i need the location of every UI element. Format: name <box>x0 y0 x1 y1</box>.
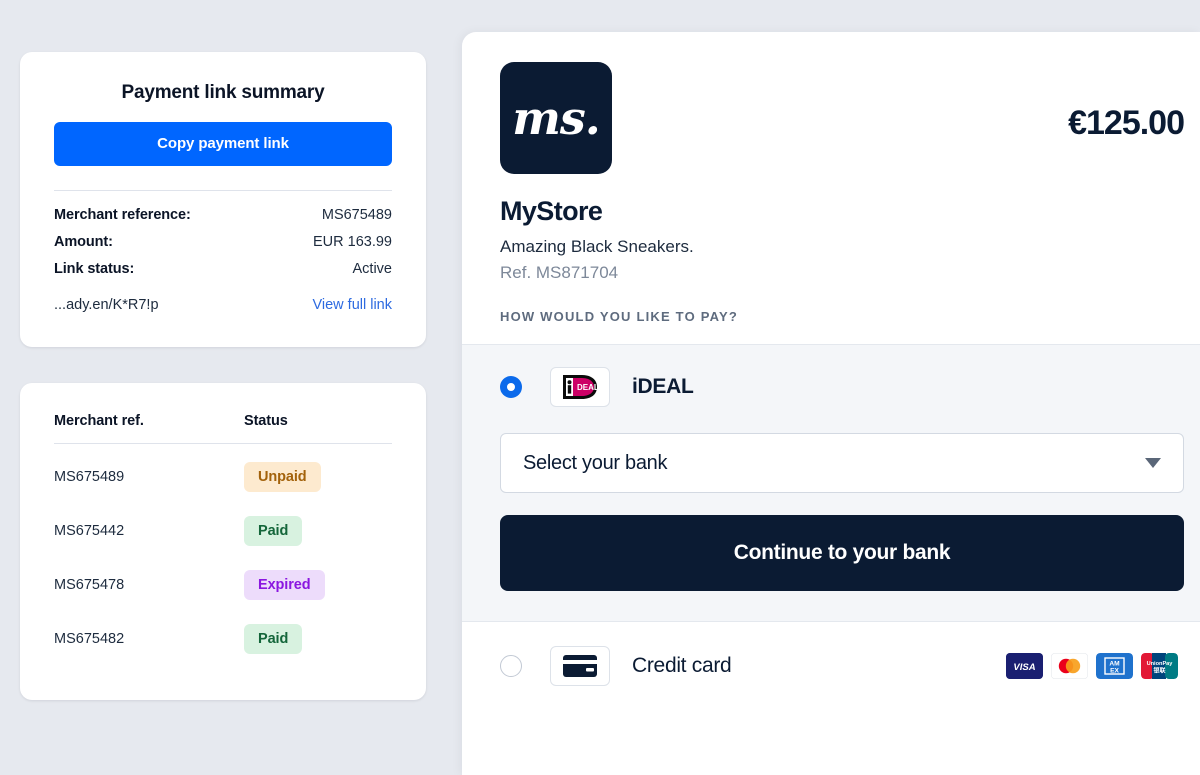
payment-link-row: ...ady.en/K*R7!p View full link <box>54 297 392 313</box>
cell-merchant-ref: MS675442 <box>54 523 125 539</box>
table-divider <box>54 443 392 444</box>
visa-icon: VISA <box>1006 653 1043 679</box>
summary-value: MS675489 <box>321 207 392 223</box>
checkout-header: ms. €125.00 MyStore Amazing Black Sneake… <box>462 32 1200 324</box>
svg-text:DEAL: DEAL <box>577 383 599 392</box>
table-row[interactable]: MS675478 Expired <box>54 558 392 612</box>
cell-merchant-ref: MS675478 <box>54 577 125 593</box>
payment-method-credit-card-label: Credit card <box>632 654 732 677</box>
copy-payment-link-button[interactable]: Copy payment link <box>54 122 392 166</box>
summary-key: Amount: <box>54 234 113 250</box>
svg-text:UnionPay: UnionPay <box>1147 661 1174 667</box>
ideal-icon: DEAL <box>563 375 599 399</box>
page-title: Payment link summary <box>121 82 325 103</box>
summary-key: Merchant reference: <box>54 207 191 223</box>
unionpay-icon: UnionPay 银联 <box>1141 653 1178 679</box>
svg-text:VISA: VISA <box>1013 662 1035 673</box>
merchant-logo: ms. <box>500 62 612 174</box>
amex-icon: AM EX <box>1096 653 1133 679</box>
table-row[interactable]: MS675442 Paid <box>54 504 392 558</box>
summary-row-amount: Amount: EUR 163.99 <box>54 234 392 250</box>
summary-row-merchant-reference: Merchant reference: MS675489 <box>54 207 392 223</box>
chevron-down-icon <box>1145 458 1161 468</box>
merchant-logo-text: ms. <box>512 91 601 145</box>
summary-value: EUR 163.99 <box>313 234 392 250</box>
cell-merchant-ref: MS675489 <box>54 469 125 485</box>
payment-links-table-card: Merchant ref. Status MS675489 Unpaid MS6… <box>20 383 426 700</box>
payment-method-credit-card-row[interactable]: Credit card VISA AM EX UnionPay 银联 <box>462 622 1200 710</box>
summary-key: Link status: <box>54 261 135 277</box>
order-reference: Ref. MS871704 <box>500 263 619 282</box>
mastercard-icon <box>1051 653 1088 679</box>
table-header: Merchant ref. Status <box>54 413 392 443</box>
status-badge: Expired <box>244 570 325 600</box>
svg-text:EX: EX <box>1110 668 1119 675</box>
column-header-status: Status <box>244 413 288 429</box>
status-badge: Unpaid <box>244 462 321 492</box>
checkout-page: Payment link summary Copy payment link M… <box>0 0 1200 775</box>
column-header-merchant-ref: Merchant ref. <box>54 413 144 429</box>
payment-link-summary-card: Payment link summary Copy payment link M… <box>20 52 426 347</box>
bank-select-value: Select your bank <box>523 451 668 474</box>
credit-card-logo <box>550 646 610 686</box>
divider <box>54 190 392 191</box>
payment-method-heading: HOW WOULD YOU LIKE TO PAY? <box>500 309 739 324</box>
payment-method-ideal-row[interactable]: DEAL iDEAL <box>500 367 1178 407</box>
credit-card-icon <box>563 655 597 677</box>
left-column: Payment link summary Copy payment link M… <box>20 52 426 700</box>
payment-method-ideal-label: iDEAL <box>632 375 694 398</box>
continue-to-bank-button[interactable]: Continue to your bank <box>500 515 1184 591</box>
status-badge: Paid <box>244 624 303 654</box>
checkout-panel: ms. €125.00 MyStore Amazing Black Sneake… <box>462 32 1200 775</box>
status-badge: Active <box>352 261 393 277</box>
bank-select-dropdown[interactable]: Select your bank <box>500 433 1184 493</box>
card-brand-list: VISA AM EX UnionPay 银联 <box>1006 653 1178 679</box>
order-description: Amazing Black Sneakers. <box>500 237 694 256</box>
merchant-name: MyStore <box>500 196 603 226</box>
svg-text:银联: 银联 <box>1153 667 1165 675</box>
svg-text:AM: AM <box>1109 661 1120 668</box>
ideal-logo: DEAL <box>550 367 610 407</box>
cell-merchant-ref: MS675482 <box>54 631 125 647</box>
table-row[interactable]: MS675489 Unpaid <box>54 450 392 504</box>
order-amount: €125.00 <box>1068 104 1185 142</box>
radio-credit-card[interactable] <box>500 655 522 677</box>
status-badge: Paid <box>244 516 303 546</box>
summary-row-link-status: Link status: Active <box>54 261 392 277</box>
view-full-link-button[interactable]: View full link <box>312 297 392 313</box>
payment-method-ideal-section: DEAL iDEAL Select your bank Continue to … <box>462 344 1200 622</box>
payment-link-url: ...ady.en/K*R7!p <box>54 297 159 313</box>
table-row[interactable]: MS675482 Paid <box>54 612 392 666</box>
radio-ideal[interactable] <box>500 376 522 398</box>
